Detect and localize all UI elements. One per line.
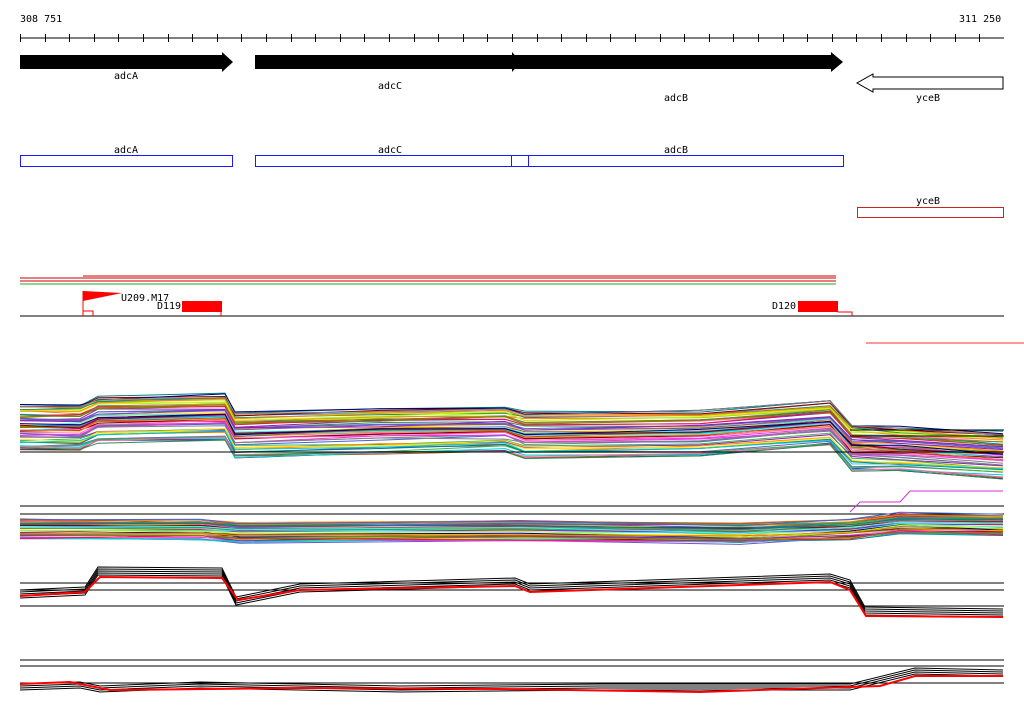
cds-box-yceB[interactable] xyxy=(857,207,1004,218)
cds-box-adcC[interactable] xyxy=(255,155,529,167)
gene-arrow-adcA[interactable] xyxy=(20,52,233,72)
segment-d120[interactable] xyxy=(798,301,838,312)
gene-arrow-adcC[interactable] xyxy=(255,52,521,72)
promoter-marker[interactable] xyxy=(83,291,122,301)
gene-arrow-yceB[interactable] xyxy=(855,73,1004,93)
cds-track xyxy=(20,155,1004,218)
ruler-axis xyxy=(20,34,1004,42)
profile-line xyxy=(849,490,1003,513)
cds-box-adcB[interactable] xyxy=(528,155,844,167)
cds-box-adcA[interactable] xyxy=(20,155,233,167)
profile-line xyxy=(19,675,1003,694)
feature-track xyxy=(20,275,1024,344)
gene-track xyxy=(20,52,1004,93)
genome-browser-canvas xyxy=(19,34,1024,694)
gene-arrow-adcB[interactable] xyxy=(515,52,843,72)
segment-d119[interactable] xyxy=(182,301,222,312)
expression-profiles xyxy=(19,392,1004,694)
